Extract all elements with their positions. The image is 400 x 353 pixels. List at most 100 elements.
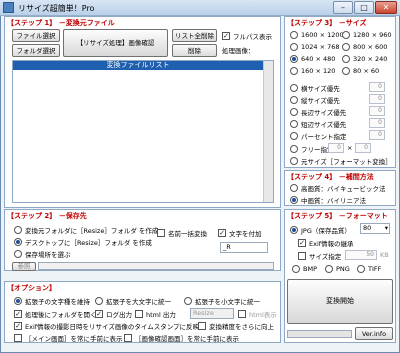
size-option[interactable]: 80 × 60 — [342, 67, 379, 75]
interp-bilinear-option[interactable]: 中画質：バイリニア法 — [290, 195, 366, 205]
fullpath-checkbox-row[interactable]: フルパス表示 — [222, 31, 272, 41]
custom-size-radio[interactable] — [290, 96, 298, 104]
html-view-checkbox[interactable] — [238, 310, 246, 318]
preview-front-row[interactable]: ［画像確認画面］を常に手前に表示 — [124, 333, 239, 343]
file-list-scrollbar[interactable] — [263, 61, 273, 202]
rename-checkbox[interactable] — [157, 229, 165, 237]
custom-size-radio[interactable] — [290, 84, 298, 92]
original-size-radio[interactable] — [290, 157, 298, 165]
maximize-icon[interactable]: □ — [354, 1, 374, 14]
dest-option-desktop-radio[interactable] — [14, 238, 22, 246]
png-radio[interactable] — [325, 265, 333, 273]
browse-button[interactable]: 参照 — [12, 262, 36, 271]
bmp-radio[interactable] — [292, 265, 300, 273]
size-option[interactable]: 1024 × 768 — [290, 43, 340, 51]
jpg-option[interactable]: JPG（保存品質） — [290, 225, 351, 235]
html-name-input[interactable]: Resize — [190, 308, 234, 319]
custom-size-option[interactable]: 縦サイズ優先 — [290, 95, 340, 105]
custom-size-radio[interactable] — [290, 120, 298, 128]
fullpath-checkbox[interactable] — [222, 32, 230, 40]
exif-timestamp-checkbox[interactable] — [14, 322, 22, 330]
custom-size-option[interactable]: 長辺サイズ優先 — [290, 107, 346, 117]
size-spec-input[interactable]: 50 — [345, 250, 377, 260]
log-row[interactable]: ログ出力 — [95, 309, 132, 319]
open-folder-checkbox[interactable] — [14, 310, 22, 318]
close-icon[interactable]: ✕ — [375, 1, 397, 14]
size-option[interactable]: 1600 × 1200 — [290, 31, 344, 39]
exif-inherit-row[interactable]: Exif情報の継承 — [298, 238, 354, 248]
size-option-radio[interactable] — [342, 55, 350, 63]
interp-bicubic-option[interactable]: 高画質：バイキュービック法 — [290, 183, 386, 193]
tiff-option[interactable]: TIFF — [357, 265, 381, 273]
free-size-radio[interactable] — [290, 145, 298, 153]
add-text-checkbox[interactable] — [218, 229, 226, 237]
size-option[interactable]: 1280 × 960 — [342, 31, 392, 39]
resize-confirm-button[interactable]: 【リサイズ処理】画像確認 — [63, 29, 168, 57]
html-view-row[interactable]: html表示 — [238, 309, 277, 319]
custom-size-input[interactable]: 0 — [369, 82, 385, 92]
original-size-row[interactable]: 元サイズ［フォーマット変換］ — [290, 156, 392, 166]
free-size-row[interactable]: フリー指定 — [290, 144, 334, 154]
png-option[interactable]: PNG — [325, 265, 350, 273]
add-text-checkbox-row[interactable]: 文字を付加 — [218, 228, 262, 238]
ext-keep-option[interactable]: 拡張子の文字種を維持 — [14, 296, 90, 306]
custom-size-input[interactable]: 0 — [369, 106, 385, 116]
dest-option-desktop[interactable]: デスクトップに［Resize］フォルダ を作成 — [14, 237, 152, 247]
exif-timestamp-row[interactable]: Exif情報の撮影日時をリサイズ画像のタイムスタンプに反映 — [14, 321, 199, 331]
free-height-input[interactable]: 0 — [355, 143, 371, 153]
size-option[interactable]: 160 × 120 — [290, 67, 335, 75]
ext-keep-radio[interactable] — [14, 297, 22, 305]
file-list[interactable] — [12, 60, 274, 203]
ver-info-button[interactable]: Ver.info — [355, 327, 393, 340]
sharpen-checkbox[interactable] — [198, 322, 206, 330]
clear-list-button[interactable]: リスト全削除 — [172, 29, 217, 42]
dest-option-source-radio[interactable] — [14, 226, 22, 234]
size-option[interactable]: 800 × 600 — [342, 43, 387, 51]
rename-checkbox-row[interactable]: 名前一括変換 — [157, 228, 207, 238]
size-option-radio[interactable] — [342, 67, 350, 75]
sharpen-row[interactable]: 変換精度をさらに向上 — [198, 321, 274, 331]
dest-option-choose-radio[interactable] — [14, 250, 22, 258]
preview-front-checkbox[interactable] — [124, 334, 132, 342]
size-spec-checkbox[interactable] — [298, 252, 306, 260]
folder-select-button[interactable]: フォルダ選択 — [12, 44, 60, 57]
dest-option-choose[interactable]: 保存場所を選ぶ — [14, 249, 71, 259]
suffix-input[interactable]: _R — [220, 242, 268, 253]
custom-size-radio[interactable] — [290, 132, 298, 140]
size-option-radio[interactable] — [290, 43, 298, 51]
html-output-row[interactable]: html 出力 — [135, 309, 176, 319]
interp-bilinear-radio[interactable] — [290, 196, 298, 204]
size-option-radio[interactable] — [342, 43, 350, 51]
interp-bicubic-radio[interactable] — [290, 184, 298, 192]
jpg-radio[interactable] — [290, 226, 298, 234]
jpg-quality-select[interactable]: 80 ▾ — [360, 223, 390, 234]
file-select-button[interactable]: ファイル選択 — [12, 29, 60, 42]
custom-size-input[interactable]: 0 — [369, 94, 385, 104]
log-checkbox[interactable] — [95, 310, 103, 318]
dest-option-source[interactable]: 変換元フォルダに［Resize］フォルダ を作成 — [14, 225, 158, 235]
size-option-radio[interactable] — [290, 31, 298, 39]
bmp-option[interactable]: BMP — [292, 265, 317, 273]
custom-size-input[interactable]: 0 — [369, 118, 385, 128]
custom-size-option[interactable]: パーセント指定 — [290, 131, 347, 141]
tiff-radio[interactable] — [357, 265, 365, 273]
main-front-row[interactable]: ［メイン画面］を常に手前に表示 — [14, 333, 123, 343]
ext-lower-option[interactable]: 拡張子を小文字に統一 — [184, 296, 260, 306]
exif-inherit-checkbox[interactable] — [298, 239, 306, 247]
size-option-radio[interactable] — [290, 67, 298, 75]
ext-lower-radio[interactable] — [184, 297, 192, 305]
size-option-radio[interactable] — [290, 55, 298, 63]
custom-size-radio[interactable] — [290, 108, 298, 116]
size-spec-row[interactable]: サイズ指定 — [298, 251, 341, 261]
custom-size-option[interactable]: 短辺サイズ優先 — [290, 119, 346, 129]
minimize-icon[interactable]: – — [333, 1, 353, 14]
custom-size-option[interactable]: 横サイズ優先 — [290, 83, 340, 93]
convert-start-button[interactable]: 変換開始 — [287, 279, 393, 324]
dest-path-field[interactable] — [38, 262, 274, 270]
delete-button[interactable]: 削除 — [172, 44, 217, 57]
size-option[interactable]: 320 × 240 — [342, 55, 387, 63]
main-front-checkbox[interactable] — [14, 334, 22, 342]
html-output-checkbox[interactable] — [135, 310, 143, 318]
ext-upper-radio[interactable] — [95, 297, 103, 305]
custom-size-input[interactable]: 0 — [369, 130, 385, 140]
